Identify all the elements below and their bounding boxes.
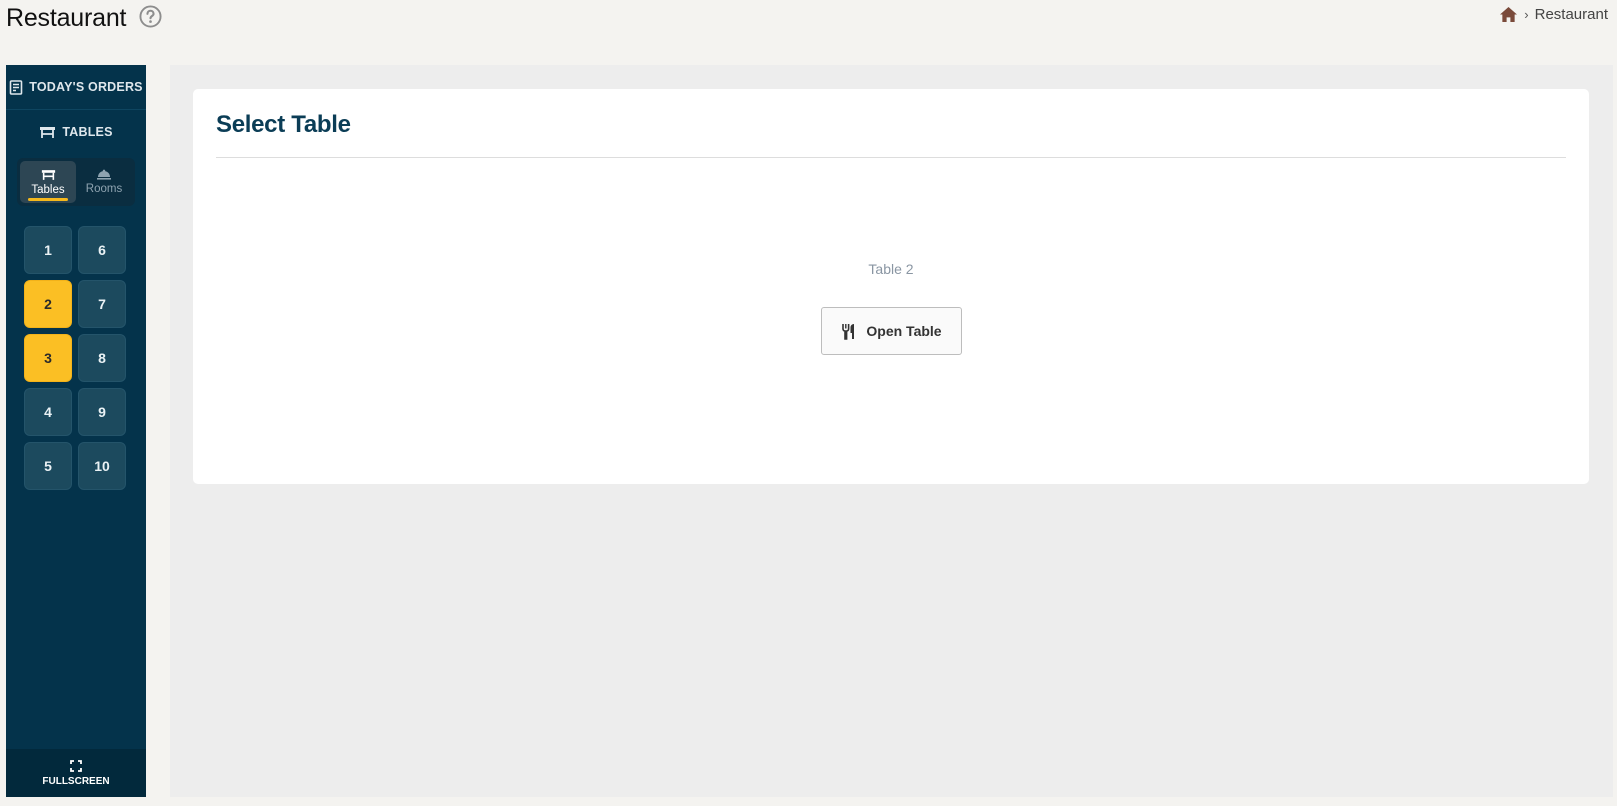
main-area: Select Table Table 2 Open Table <box>170 65 1613 797</box>
table-button-1[interactable]: 1 <box>24 226 72 274</box>
room-icon <box>97 169 111 180</box>
page-header: Restaurant › Restaurant <box>0 0 1617 60</box>
table-button-7[interactable]: 7 <box>78 280 126 328</box>
breadcrumb-separator: › <box>1524 7 1529 22</box>
breadcrumb-current: Restaurant <box>1534 6 1608 23</box>
table-button-3[interactable]: 3 <box>24 334 72 382</box>
tab-rooms[interactable]: Rooms <box>76 161 132 203</box>
question-circle-icon[interactable] <box>139 5 162 28</box>
table-button-5[interactable]: 5 <box>24 442 72 490</box>
divider <box>216 157 1566 158</box>
table-button-9[interactable]: 9 <box>78 388 126 436</box>
table-grid: 1 6 2 7 3 8 4 9 5 10 <box>24 226 146 490</box>
table-button-2[interactable]: 2 <box>24 280 72 328</box>
page-title: Restaurant <box>6 4 127 32</box>
todays-orders-label: TODAY'S ORDERS <box>29 80 143 94</box>
todays-orders-button[interactable]: TODAY'S ORDERS <box>6 65 146 110</box>
fullscreen-button[interactable]: FULLSCREEN <box>6 749 146 797</box>
expand-icon <box>70 759 82 772</box>
tab-tables[interactable]: Tables <box>20 161 76 203</box>
receipt-icon <box>9 79 23 95</box>
breadcrumb: › Restaurant <box>1499 6 1608 23</box>
tab-rooms-label: Rooms <box>85 183 123 195</box>
fullscreen-label: FULLSCREEN <box>42 775 110 787</box>
sidebar: TODAY'S ORDERS TABLES Tables Rooms 1 6 2… <box>6 65 146 797</box>
tables-header-label: TABLES <box>62 125 113 139</box>
tables-header-button[interactable]: TABLES <box>6 110 146 154</box>
tab-tables-label: Tables <box>31 183 65 196</box>
table-button-8[interactable]: 8 <box>78 334 126 382</box>
open-table-button[interactable]: Open Table <box>821 307 962 355</box>
selected-table-label: Table 2 <box>868 261 914 277</box>
view-switcher: Tables Rooms <box>17 158 135 206</box>
utensils-icon <box>842 323 855 340</box>
card-title: Select Table <box>216 111 351 138</box>
table-icon <box>41 169 55 180</box>
open-table-label: Open Table <box>866 323 942 339</box>
table-button-6[interactable]: 6 <box>78 226 126 274</box>
table-button-10[interactable]: 10 <box>78 442 126 490</box>
home-icon[interactable] <box>1499 6 1518 23</box>
select-table-card: Select Table Table 2 Open Table <box>193 89 1589 484</box>
table-button-4[interactable]: 4 <box>24 388 72 436</box>
table-icon <box>40 126 56 138</box>
